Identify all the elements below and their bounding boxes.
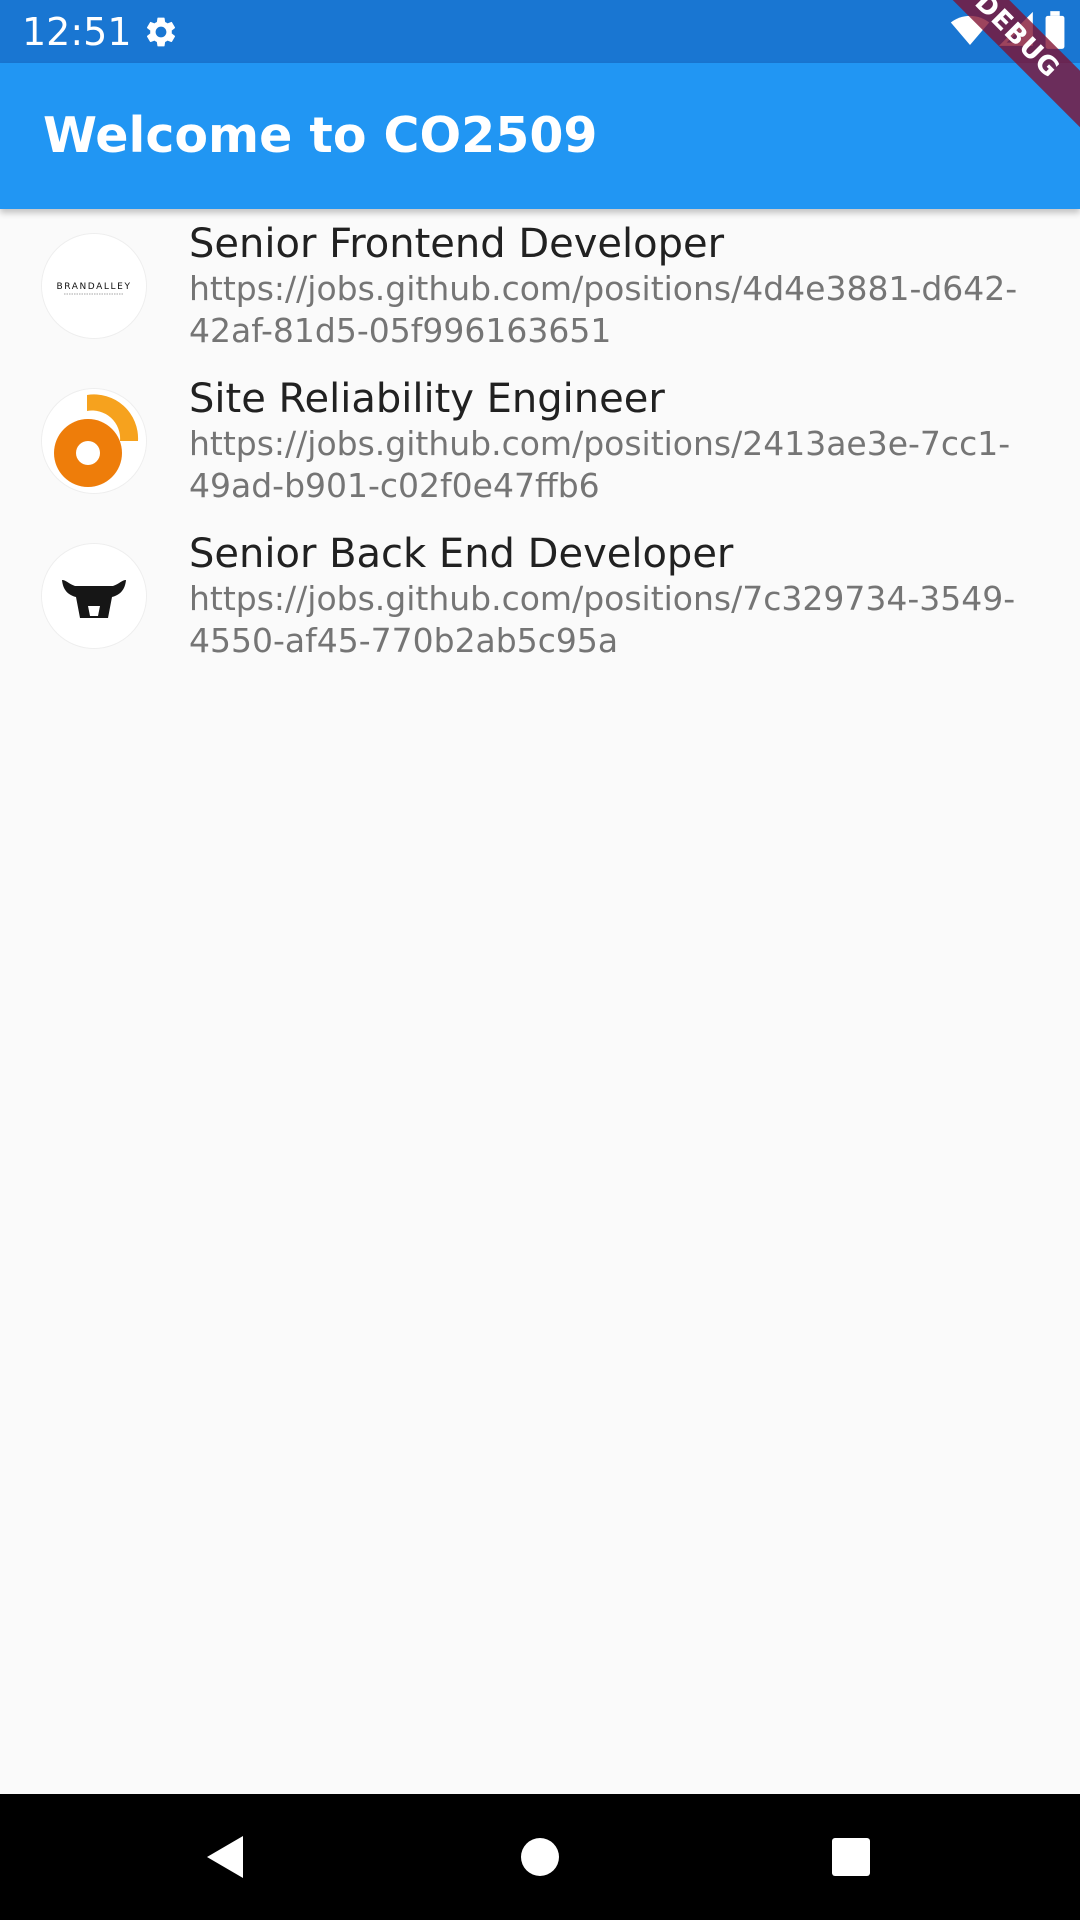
job-text: Senior Back End Developer https://jobs.g…: [189, 530, 1019, 662]
app-title: Welcome to CO2509: [43, 107, 598, 164]
job-title: Site Reliability Engineer: [189, 376, 665, 422]
job-url: https://jobs.github.com/positions/7c3297…: [189, 579, 1016, 660]
job-url: https://jobs.github.com/positions/4d4e38…: [189, 269, 1018, 350]
back-icon[interactable]: [201, 1832, 251, 1882]
job-text: Site Reliability Engineer https://jobs.g…: [189, 375, 1019, 507]
bull-logo: [42, 544, 146, 648]
screen: 12:51 Welcome to CO2509 DEBUG BRANDALLEY…: [0, 0, 1080, 1920]
status-time: 12:51: [22, 10, 132, 54]
job-url: https://jobs.github.com/positions/2413ae…: [189, 424, 1011, 505]
orange-ring-logo: [42, 389, 146, 493]
job-title: Senior Back End Developer: [189, 531, 734, 577]
recents-icon[interactable]: [826, 1832, 876, 1882]
job-title: Senior Frontend Developer: [189, 221, 725, 267]
job-list-item[interactable]: Site Reliability Engineer https://jobs.g…: [0, 364, 1080, 519]
home-icon[interactable]: [515, 1832, 565, 1882]
status-bar: 12:51: [0, 0, 1080, 63]
job-list-item[interactable]: BRANDALLEY Senior Frontend Developer htt…: [0, 209, 1080, 364]
job-list-item[interactable]: Senior Back End Developer https://jobs.g…: [0, 519, 1080, 674]
job-text: Senior Frontend Developer https://jobs.g…: [189, 220, 1019, 352]
nav-bar: [0, 1794, 1080, 1920]
gear-icon: [143, 14, 179, 50]
brandalley-logo: BRANDALLEY: [42, 234, 146, 338]
brandalley-logo-text: BRANDALLEY: [56, 282, 131, 292]
app-bar: Welcome to CO2509: [0, 63, 1080, 209]
job-list: BRANDALLEY Senior Frontend Developer htt…: [0, 209, 1080, 674]
